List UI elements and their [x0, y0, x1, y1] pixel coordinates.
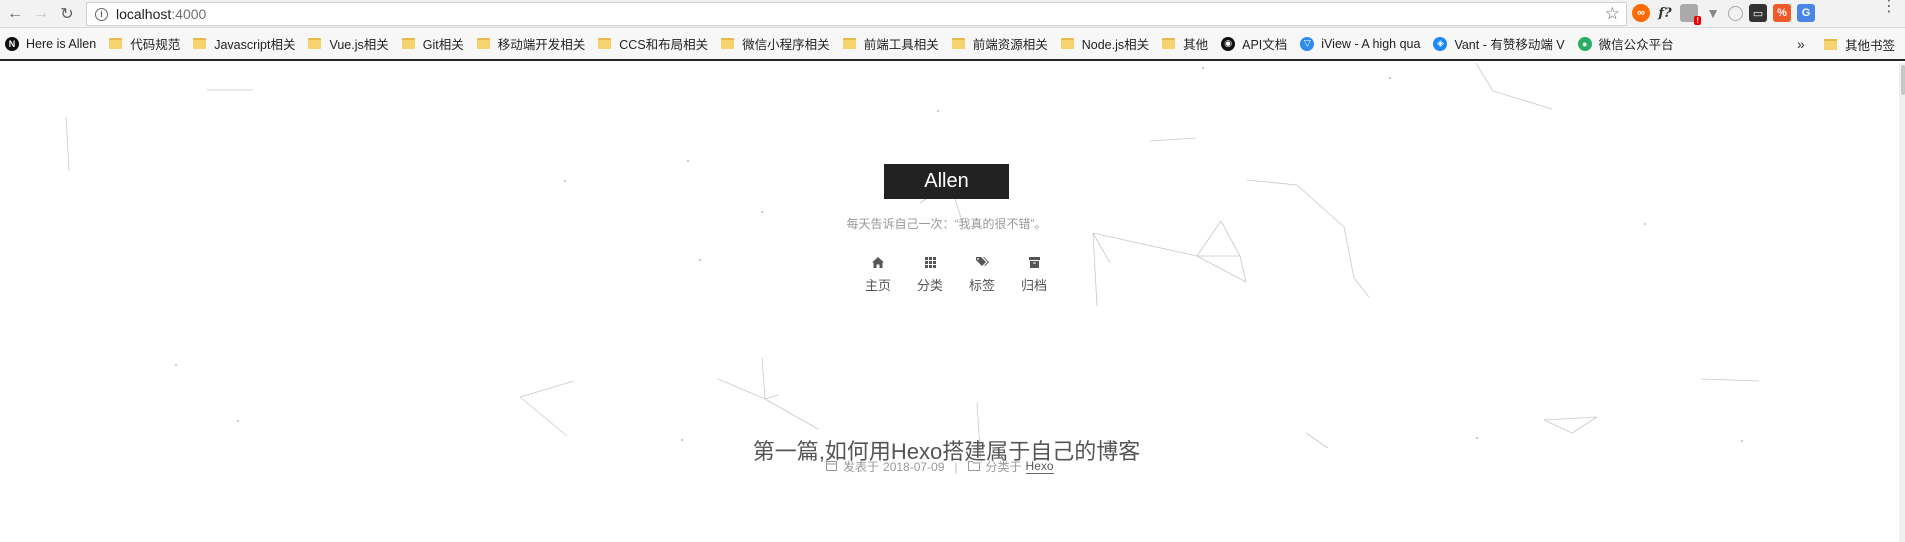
bookmark-item[interactable]: ▽ iView - A high qua: [1300, 33, 1420, 55]
calendar-icon: [826, 460, 837, 474]
bookmark-item[interactable]: CCS和布局相关: [598, 33, 708, 55]
bookmarks-bar: N Here is Allen 代码规范 Javascript相关 Vue.js相关 Gi…: [0, 28, 1905, 61]
page-viewport: Allen 每天告诉自己一次：“我真的很不错”。 主页 分类 标签 归档 第一篇…: [0, 63, 1905, 542]
extension-percent-icon[interactable]: %: [1773, 4, 1791, 22]
bookmark-label: Here is Allen: [26, 36, 97, 51]
menu-item-archives[interactable]: 归档: [1008, 253, 1060, 294]
extension-infinity-icon[interactable]: ∞: [1632, 4, 1650, 22]
bookmark-label: 微信公众平台: [1598, 38, 1674, 52]
bookmark-star-icon[interactable]: ☆: [1605, 4, 1620, 24]
bookmark-item[interactable]: 移动端开发相关: [476, 33, 586, 55]
grid-icon: [924, 253, 936, 271]
url-port: :4000: [171, 6, 207, 22]
page-scrollbar[interactable]: [1899, 63, 1905, 542]
extensions-area: ∞ f? ! ▼ ▭ % G: [1632, 4, 1815, 25]
home-icon: [872, 253, 884, 271]
bookmark-item[interactable]: N Here is Allen: [5, 33, 96, 55]
browser-menu-icon[interactable]: ⋮: [1881, 0, 1897, 15]
site-subtitle: 每天告诉自己一次：“我真的很不错”。: [846, 217, 1047, 231]
bookmarks-overflow-icon[interactable]: »: [1797, 36, 1805, 52]
bookmark-label: API文档: [1242, 38, 1288, 52]
folder-icon: [1824, 39, 1837, 50]
other-bookmarks-label: 其他书签: [1845, 39, 1896, 53]
bookmark-item[interactable]: 前端资源相关: [951, 33, 1048, 55]
tags-icon: [975, 253, 989, 271]
bookmark-label: CCS和布局相关: [619, 38, 709, 52]
menu-item-label: 主页: [864, 278, 891, 293]
extension-circle-icon[interactable]: [1728, 5, 1743, 21]
extension-vue-devtools-icon[interactable]: ▼: [1704, 4, 1722, 22]
extension-formula-icon[interactable]: f?: [1656, 4, 1674, 22]
bookmark-label: iView - A high qua: [1321, 36, 1421, 51]
back-button[interactable]: ←: [3, 2, 27, 26]
folder-icon: [1060, 38, 1074, 49]
bookmark-item[interactable]: Git相关: [401, 33, 464, 55]
bookmark-label: 前端资源相关: [972, 38, 1048, 52]
bookmark-item[interactable]: 前端工具相关: [842, 33, 939, 55]
bookmark-label: 其他: [1183, 38, 1209, 52]
bookmark-label: Javascript相关: [214, 38, 296, 52]
menu-item-label: 归档: [1020, 278, 1047, 293]
menu-item-categories[interactable]: 分类: [904, 253, 956, 294]
menu-item-home[interactable]: 主页: [852, 253, 904, 294]
bookmark-favicon-icon: N: [5, 36, 19, 51]
url-host: localhost: [116, 6, 172, 22]
extension-dark-icon[interactable]: ▭: [1749, 4, 1767, 22]
bookmark-item[interactable]: Vue.js相关: [308, 33, 389, 55]
bookmark-item[interactable]: ◉ API文档: [1221, 33, 1287, 55]
extension-translate-icon[interactable]: G: [1797, 4, 1815, 22]
reload-button[interactable]: ↻: [55, 2, 79, 26]
menu-item-label: 分类: [916, 278, 943, 293]
bookmark-item[interactable]: ● 微信公众平台: [1577, 33, 1674, 55]
folder-icon: [109, 38, 123, 49]
bookmark-label: Node.js相关: [1081, 38, 1150, 52]
bookmark-label: 微信小程序相关: [742, 38, 830, 52]
address-bar[interactable]: i localhost:4000 ☆: [86, 2, 1627, 26]
post-meta: 发表于 2018-07-09 | 分类于 Hexo: [826, 458, 1054, 475]
bookmark-label: 前端工具相关: [863, 38, 939, 52]
folder-outline-icon: [967, 460, 980, 474]
folder-icon: [951, 38, 965, 49]
menu-item-tags[interactable]: 标签: [956, 253, 1008, 294]
bookmark-item[interactable]: ◈ Vant - 有赞移动端 V: [1433, 33, 1565, 55]
folder-icon: [308, 38, 322, 49]
folder-icon: [401, 38, 415, 49]
bookmark-label: 移动端开发相关: [497, 38, 586, 52]
folder-icon: [598, 38, 612, 49]
bookmark-favicon-icon: ◉: [1221, 36, 1236, 51]
category-link[interactable]: Hexo: [1025, 459, 1054, 474]
site-brand[interactable]: Allen: [884, 164, 1009, 199]
forward-button[interactable]: →: [29, 2, 53, 26]
bookmark-item[interactable]: 微信小程序相关: [721, 33, 830, 55]
bookmark-favicon-icon: ▽: [1300, 36, 1315, 51]
folder-icon: [193, 38, 207, 49]
folder-icon: [842, 38, 856, 49]
site-menu: 主页 分类 标签 归档: [852, 253, 1060, 294]
bookmark-item[interactable]: 其他: [1162, 33, 1208, 55]
bookmark-item[interactable]: Node.js相关: [1060, 33, 1150, 55]
bookmark-label: Vant - 有赞移动端 V: [1454, 38, 1565, 52]
scrollbar-thumb[interactable]: [1901, 65, 1905, 95]
bookmark-item[interactable]: 代码规范: [109, 33, 180, 55]
folder-icon: [1162, 38, 1176, 49]
meta-separator: |: [954, 459, 958, 474]
bookmark-favicon-icon: ◈: [1433, 36, 1448, 51]
bookmark-label: Git相关: [422, 38, 464, 52]
info-icon[interactable]: i: [95, 7, 108, 21]
other-bookmarks-folder[interactable]: 其他书签: [1824, 28, 1895, 61]
bookmark-label: Vue.js相关: [329, 38, 389, 52]
posted-label: 发表于: [843, 460, 880, 474]
post-date: 2018-07-09: [883, 459, 945, 474]
archive-icon: [1028, 253, 1040, 271]
folder-icon: [476, 38, 490, 49]
menu-item-label: 标签: [968, 278, 995, 293]
folder-icon: [721, 38, 735, 49]
browser-toolbar: ← → ↻ i localhost:4000 ☆ ∞ f? ! ▼ ▭ % G …: [0, 0, 1905, 28]
category-label: 分类于: [985, 460, 1022, 474]
extension-grey-icon[interactable]: !: [1680, 4, 1701, 25]
bookmark-item[interactable]: Javascript相关: [193, 33, 295, 55]
bookmark-favicon-icon: ●: [1577, 36, 1592, 51]
bookmark-label: 代码规范: [130, 38, 181, 52]
